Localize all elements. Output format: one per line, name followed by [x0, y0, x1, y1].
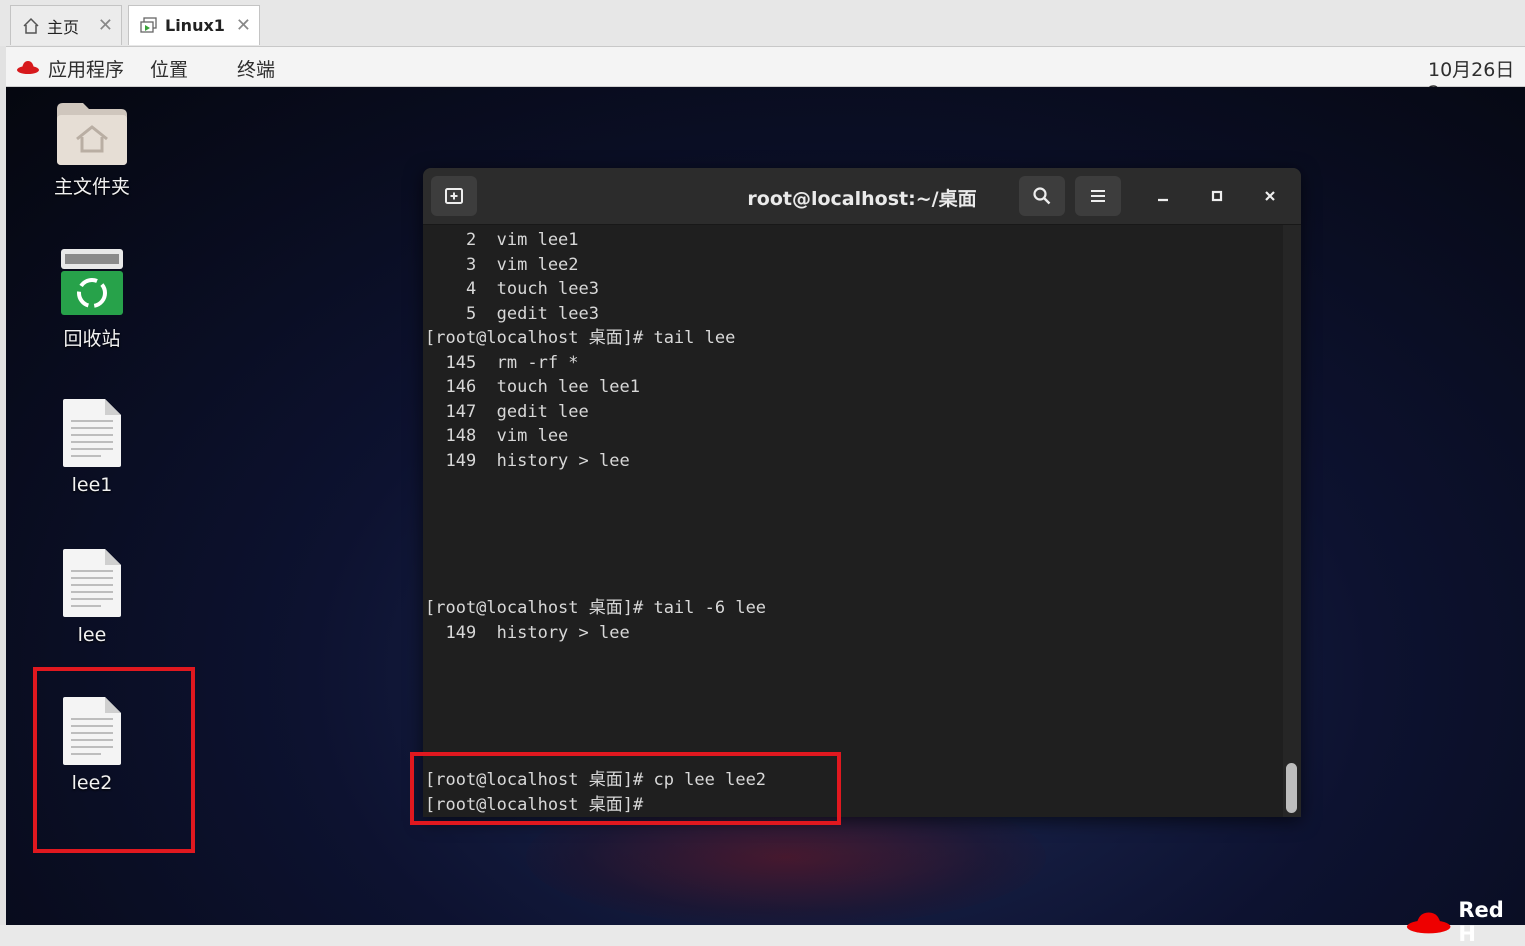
- hamburger-menu-icon: [1091, 190, 1105, 202]
- minimize-button[interactable]: [1149, 182, 1177, 210]
- vm-tab-bar: 主页 ✕ Linux1 ✕: [0, 0, 1525, 47]
- redhat-logo-text: Red H: [1458, 898, 1504, 946]
- terminal-line: 3 vim lee2: [425, 255, 579, 275]
- highlight-box-cp-command: [410, 752, 841, 825]
- text-file-icon: [63, 549, 121, 617]
- menu-terminal[interactable]: 终端: [237, 55, 275, 82]
- terminal-line: [root@localhost 桌面]# tail -6 lee: [425, 598, 767, 618]
- terminal-line: 146 touch lee lee1: [425, 377, 640, 397]
- desktop-icon-home[interactable]: 主文件夹: [22, 101, 162, 199]
- redhat-logo: Red H: [1405, 898, 1525, 946]
- vm-icon: [139, 16, 159, 36]
- close-icon: [1265, 191, 1275, 201]
- terminal-window[interactable]: root@localhost:~/桌面 2 vim lee1 3 vim lee…: [423, 168, 1301, 817]
- redhat-logo-icon: [1406, 912, 1451, 934]
- redhat-icon: [16, 58, 40, 80]
- home-icon: [21, 16, 41, 36]
- maximize-button[interactable]: [1203, 182, 1231, 210]
- terminal-line: 2 vim lee1: [425, 230, 579, 250]
- terminal-line: 4 touch lee3: [425, 279, 599, 299]
- tab-linux1-label: Linux1: [165, 16, 225, 35]
- terminal-line: [root@localhost 桌面]# tail lee: [425, 328, 736, 348]
- terminal-line: 148 vim lee: [425, 426, 569, 446]
- desktop-icon-label: 回收站: [63, 328, 121, 350]
- close-icon[interactable]: ✕: [236, 15, 251, 36]
- desktop-icon-label: lee: [77, 624, 107, 646]
- menu-places[interactable]: 位置: [150, 55, 188, 82]
- search-button[interactable]: [1019, 176, 1065, 216]
- terminal-line: 149 history > lee: [425, 623, 630, 643]
- text-file-icon: [63, 399, 121, 467]
- close-button[interactable]: [1256, 182, 1284, 210]
- desktop-icon-lee1[interactable]: lee1: [22, 397, 162, 496]
- home-folder-icon: [57, 103, 127, 165]
- search-icon: [1033, 187, 1051, 205]
- desktop-icon-lee[interactable]: lee: [22, 547, 162, 646]
- terminal-scrollbar[interactable]: [1283, 225, 1301, 817]
- terminal-line: 149 history > lee: [425, 451, 630, 471]
- terminal-output[interactable]: 2 vim lee1 3 vim lee2 4 touch lee3 5 ged…: [423, 227, 1283, 817]
- desktop-icon-label: 主文件夹: [53, 176, 130, 198]
- desktop-icon-label: lee1: [71, 474, 113, 496]
- trash-icon: [61, 249, 123, 315]
- minimize-icon: [1158, 198, 1168, 202]
- close-icon[interactable]: ✕: [98, 15, 113, 36]
- maximize-icon: [1211, 190, 1223, 202]
- highlight-box-lee2: [33, 667, 195, 853]
- tab-linux1[interactable]: Linux1 ✕: [128, 5, 260, 45]
- tab-home[interactable]: 主页 ✕: [10, 5, 122, 45]
- terminal-line: 145 rm -rf *: [425, 353, 579, 373]
- scrollbar-thumb[interactable]: [1286, 763, 1297, 813]
- terminal-line: 5 gedit lee3: [425, 304, 599, 324]
- terminal-line: 147 gedit lee: [425, 402, 589, 422]
- menu-applications[interactable]: 应用程序: [48, 55, 124, 82]
- menu-button[interactable]: [1075, 176, 1121, 216]
- gnome-top-bar: 应用程序 位置 终端 10月26日 2: [6, 47, 1525, 104]
- terminal-header: root@localhost:~/桌面: [423, 168, 1301, 225]
- tab-home-label: 主页: [47, 17, 80, 37]
- desktop-icon-trash[interactable]: 回收站: [22, 247, 162, 351]
